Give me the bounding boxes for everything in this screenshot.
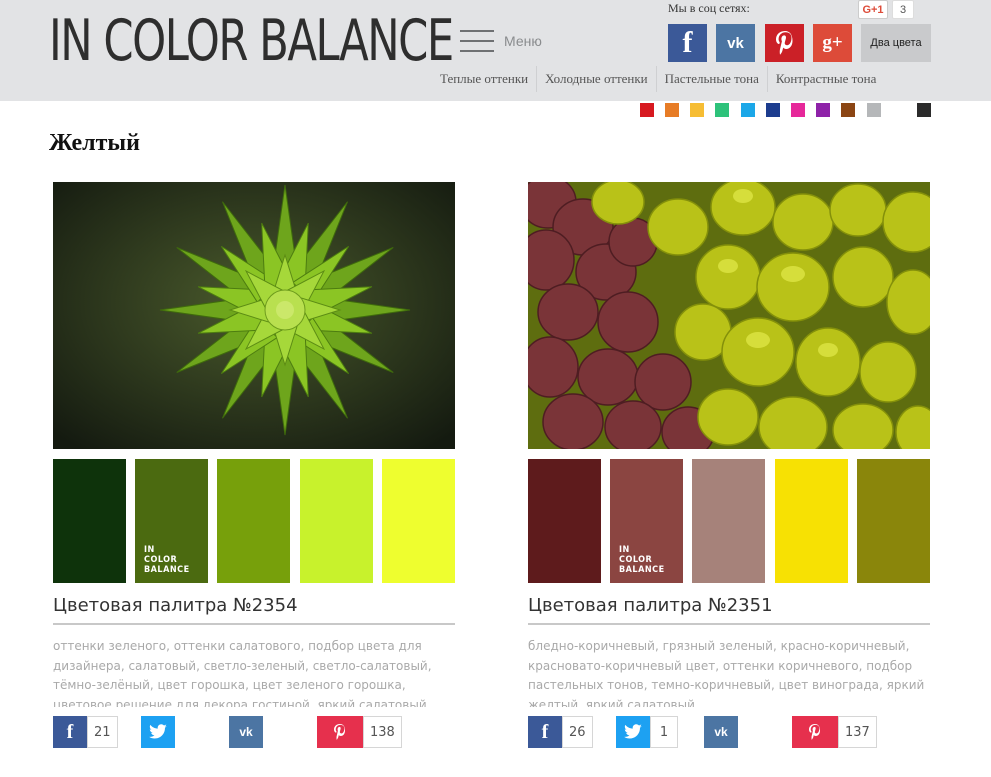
color-filter-swatch[interactable] (816, 103, 830, 117)
watermark-logo: IN COLOR BALANCE (619, 545, 665, 575)
pinterest-icon[interactable] (765, 24, 804, 62)
palette-title[interactable]: Цветовая палитра №2354 (53, 595, 298, 616)
pinterest-share[interactable]: 138 (317, 716, 402, 748)
divider (53, 623, 455, 625)
color-swatch[interactable]: IN COLOR BALANCE (610, 459, 683, 583)
hamburger-icon (460, 29, 494, 53)
color-filter-swatch[interactable] (665, 103, 679, 117)
color-swatch[interactable] (53, 459, 126, 583)
share-count: 26 (562, 716, 593, 748)
color-filter-swatch[interactable] (766, 103, 780, 117)
pinterest-share[interactable]: 137 (792, 716, 877, 748)
facebook-share[interactable]: f 21 (53, 716, 118, 748)
facebook-icon[interactable]: f (53, 716, 87, 748)
color-swatch[interactable] (217, 459, 290, 583)
facebook-icon[interactable]: f (668, 24, 707, 62)
nav-cold-tones[interactable]: Холодные оттенки (536, 66, 656, 92)
two-colors-button[interactable]: Два цвета (861, 24, 931, 62)
gplus-count: 3 (892, 0, 914, 19)
share-count: 1 (650, 716, 678, 748)
vk-share[interactable]: vk (229, 716, 263, 748)
color-filter-swatch[interactable] (841, 103, 855, 117)
gplus-one-button[interactable]: G+1 (858, 0, 888, 19)
facebook-icon[interactable]: f (528, 716, 562, 748)
vk-icon[interactable]: vk (704, 716, 738, 748)
share-count: 137 (838, 716, 877, 748)
color-filter-swatch[interactable] (917, 103, 931, 117)
twitter-share[interactable]: 1 (616, 716, 678, 748)
google-plus-icon[interactable]: g+ (813, 24, 852, 62)
category-nav: Теплые оттенки Холодные оттенки Пастельн… (432, 66, 884, 92)
pinterest-icon[interactable] (792, 716, 838, 748)
palette-title[interactable]: Цветовая палитра №2351 (528, 595, 773, 616)
page-title: Желтый (49, 130, 140, 156)
menu-label: Меню (504, 33, 542, 49)
color-filter-swatch[interactable] (715, 103, 729, 117)
nav-warm-tones[interactable]: Теплые оттенки (432, 66, 536, 92)
palette-card: IN COLOR BALANCE Цветовая палитра №2351 бл… (528, 182, 930, 748)
twitter-icon[interactable] (616, 716, 650, 748)
vk-share[interactable]: vk (704, 716, 738, 748)
color-swatch[interactable] (692, 459, 765, 583)
divider (528, 623, 930, 625)
color-swatch[interactable] (382, 459, 455, 583)
color-palette: IN COLOR BALANCE (53, 459, 455, 583)
color-swatch[interactable] (528, 459, 601, 583)
palette-photo[interactable] (53, 182, 455, 449)
color-swatch[interactable] (775, 459, 848, 583)
site-header: IN COLOR BALANCE Меню Мы в соц сетях: G+… (0, 0, 991, 101)
share-count: 138 (363, 716, 402, 748)
twitter-icon[interactable] (141, 716, 175, 748)
nav-contrast-tones[interactable]: Контрастные тона (766, 66, 885, 92)
share-count: 21 (87, 716, 118, 748)
color-filter-swatch[interactable] (640, 103, 654, 117)
color-swatch[interactable] (300, 459, 373, 583)
palette-card: IN COLOR BALANCE Цветовая палитра №2354 от… (53, 182, 455, 748)
color-swatch[interactable] (857, 459, 930, 583)
color-filter-swatch[interactable] (741, 103, 755, 117)
palette-photo[interactable] (528, 182, 930, 449)
palette-tags: оттенки зеленого, оттенки салатового, по… (53, 639, 432, 707)
color-swatch[interactable]: IN COLOR BALANCE (135, 459, 208, 583)
color-filter-swatch[interactable] (690, 103, 704, 117)
pinterest-icon[interactable] (317, 716, 363, 748)
palette-tags: бледно-коричневый, грязный зеленый, крас… (528, 639, 925, 707)
social-title: Мы в соц сетях: (668, 1, 750, 15)
site-logo[interactable]: IN COLOR BALANCE (49, 6, 454, 76)
color-palette: IN COLOR BALANCE (528, 459, 930, 583)
twitter-share[interactable] (141, 716, 175, 748)
facebook-share[interactable]: f 26 (528, 716, 593, 748)
nav-pastel-tones[interactable]: Пастельные тона (655, 66, 767, 92)
gplus-badge[interactable]: G+1 3 (858, 0, 914, 19)
watermark-logo: IN COLOR BALANCE (144, 545, 190, 575)
vk-icon[interactable]: vk (229, 716, 263, 748)
vk-icon[interactable]: vk (716, 24, 755, 62)
color-filter-swatch[interactable] (867, 103, 881, 117)
color-filter-swatch[interactable] (892, 103, 906, 117)
menu-button[interactable]: Меню (460, 29, 546, 55)
color-filter-swatch[interactable] (791, 103, 805, 117)
